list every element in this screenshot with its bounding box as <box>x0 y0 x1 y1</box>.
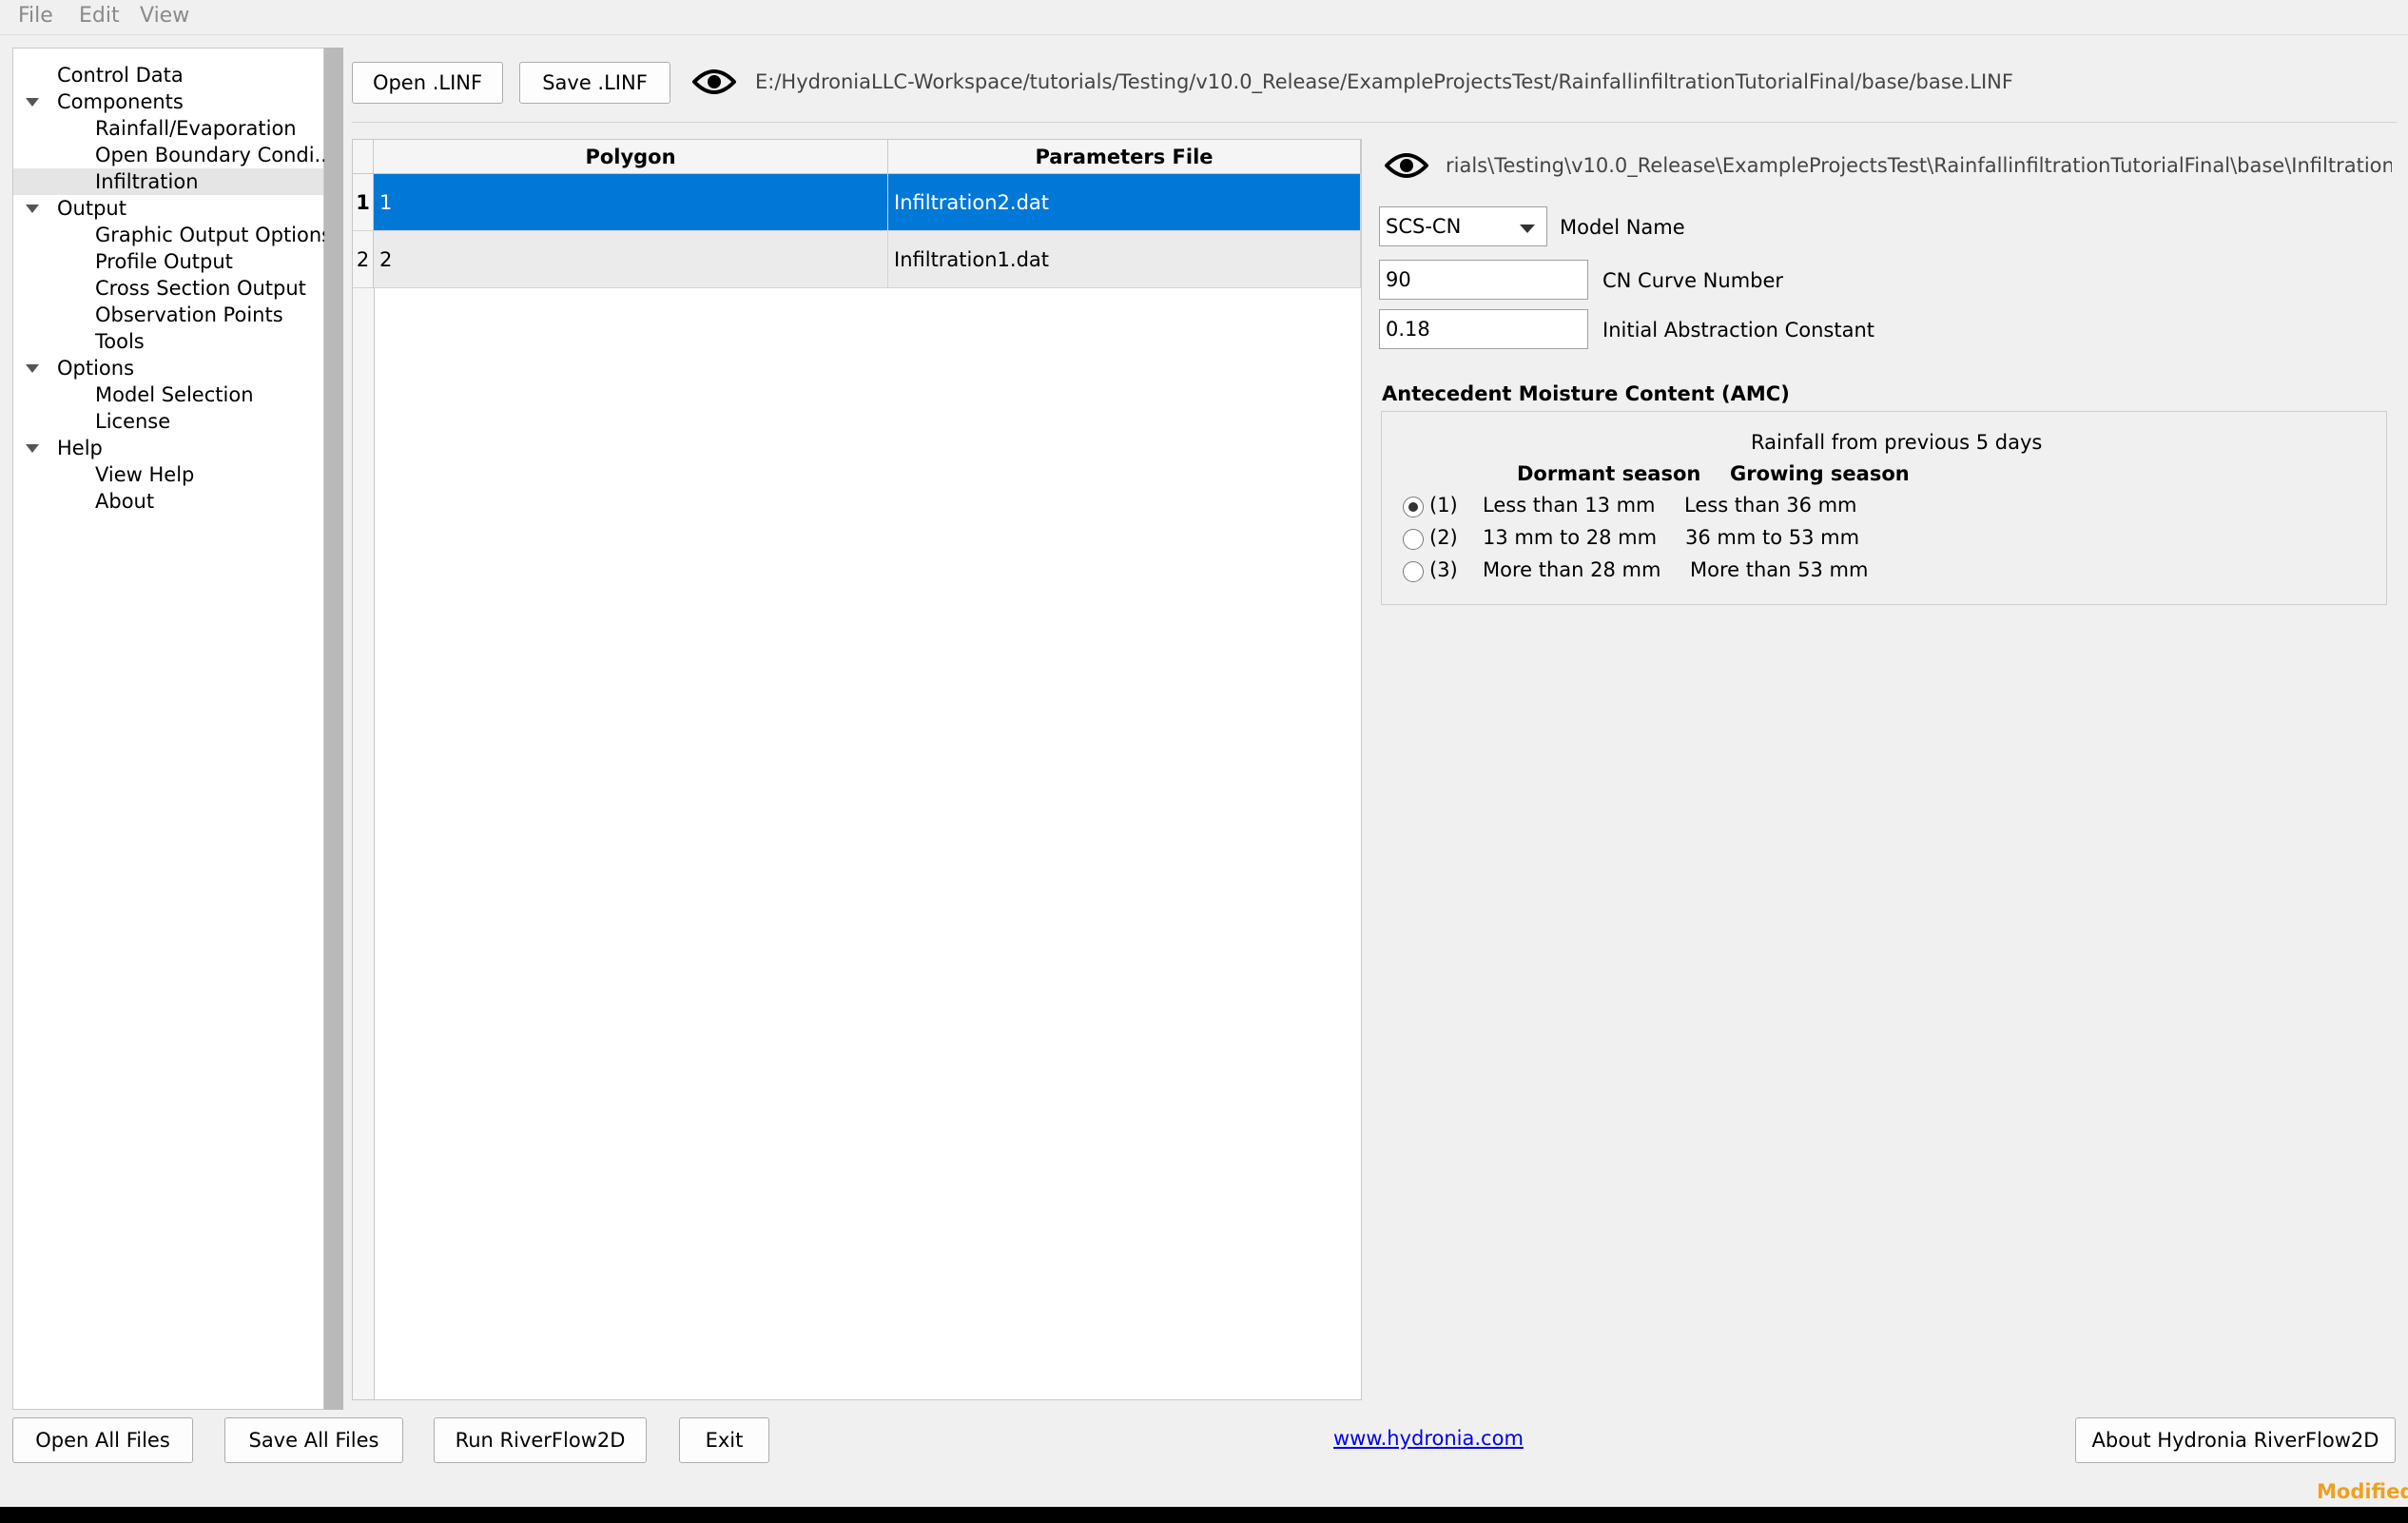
open-all-files-button[interactable]: Open All Files <box>12 1417 193 1463</box>
tree-item-label: Open Boundary Condi... <box>95 144 334 166</box>
tree-item-label: Model Selection <box>95 383 254 406</box>
tree-item-components[interactable]: Components <box>13 88 323 115</box>
exit-button[interactable]: Exit <box>679 1417 769 1463</box>
tree-item-options[interactable]: Options <box>13 355 323 381</box>
eye-icon[interactable] <box>692 67 736 97</box>
tree-item-infiltration[interactable]: Infiltration <box>13 168 323 195</box>
tree-item-label: Infiltration <box>95 170 199 193</box>
tree-item-label: Control Data <box>57 64 184 87</box>
hydronia-website-link[interactable]: www.hydronia.com <box>1333 1427 1524 1450</box>
polygon-cell[interactable]: 1 <box>374 174 888 231</box>
row-header[interactable]: 1 <box>353 174 374 231</box>
table-corner <box>353 140 374 174</box>
amc-option-id: (1) <box>1429 494 1458 517</box>
toolbar-divider <box>352 122 2397 123</box>
expand-arrow-icon[interactable] <box>26 98 39 107</box>
tree-item-label: Observation Points <box>95 303 283 326</box>
menu-bar: File Edit View <box>0 0 2408 35</box>
tree-item-label: Cross Section Output <box>95 277 306 300</box>
dormant-season-header: Dormant season <box>1517 462 1701 485</box>
model-name-label: Model Name <box>1560 216 1685 239</box>
tree-item-model-selection[interactable]: Model Selection <box>13 381 323 408</box>
about-hydronia-button[interactable]: About Hydronia RiverFlow2D <box>2075 1417 2396 1463</box>
amc-growing-value: 36 mm to 53 mm <box>1685 526 1860 549</box>
tree-item-control-data[interactable]: Control Data <box>13 62 323 88</box>
amc-dormant-value: More than 28 mm <box>1483 558 1661 581</box>
bottom-edge <box>0 1507 2408 1523</box>
amc-option-id: (2) <box>1429 526 1458 549</box>
save-linf-button[interactable]: Save .LINF <box>519 62 670 104</box>
run-riverflow2d-button[interactable]: Run RiverFlow2D <box>434 1417 647 1463</box>
tree-item-tools[interactable]: Tools <box>13 328 323 355</box>
initial-abstraction-field[interactable]: 0.18 <box>1379 309 1588 349</box>
eye-icon[interactable] <box>1385 150 1428 181</box>
tree-item-profile-output[interactable]: Profile Output <box>13 248 323 275</box>
tree-item-label: Output <box>57 197 126 220</box>
row-header-strip <box>353 288 375 1399</box>
tree-item-label: Graphic Output Options <box>95 224 333 246</box>
tree-item-label: Help <box>57 437 103 459</box>
tree-item-help[interactable]: Help <box>13 435 323 461</box>
row-header[interactable]: 2 <box>353 231 374 288</box>
column-header-polygon[interactable]: Polygon <box>374 140 888 174</box>
menu-view[interactable]: View <box>140 4 189 28</box>
tree-item-license[interactable]: License <box>13 408 323 435</box>
growing-season-header: Growing season <box>1730 462 1910 485</box>
tree-item-label: Tools <box>95 330 145 353</box>
parameters-file-path: rials\Testing\v10.0_Release\ExampleProje… <box>1446 154 2392 177</box>
amc-title: Antecedent Moisture Content (AMC) <box>1382 382 1790 405</box>
parameters-file-cell[interactable]: Infiltration1.dat <box>888 231 1361 288</box>
amc-dormant-value: Less than 13 mm <box>1483 494 1656 517</box>
menu-file[interactable]: File <box>18 4 53 28</box>
amc-dormant-value: 13 mm to 28 mm <box>1483 526 1658 549</box>
model-name-value: SCS-CN <box>1386 215 1462 238</box>
amc-subtitle: Rainfall from previous 5 days <box>1751 431 2043 454</box>
tree-item-label: Components <box>57 90 184 113</box>
polygon-cell[interactable]: 2 <box>374 231 888 288</box>
amc-growing-value: Less than 36 mm <box>1684 494 1857 517</box>
chevron-down-icon <box>1520 225 1535 233</box>
status-modified: Modified <box>2317 1480 2408 1503</box>
cn-curve-number-field[interactable]: 90 <box>1379 260 1588 300</box>
linf-file-path: E:/HydroniaLLC-Workspace/tutorials/Testi… <box>755 70 2013 93</box>
tree-item-observation-points[interactable]: Observation Points <box>13 302 323 328</box>
parameters-file-cell[interactable]: Infiltration2.dat <box>888 174 1361 231</box>
polygon-table[interactable]: Polygon Parameters File 1 1 Infiltration2.… <box>352 139 1362 1400</box>
tree-item-label: Profile Output <box>95 250 233 273</box>
amc-radio-3[interactable] <box>1403 561 1424 582</box>
tree-item-cross-section-output[interactable]: Cross Section Output <box>13 275 323 302</box>
amc-radio-1[interactable] <box>1403 497 1424 517</box>
tree-item-label: View Help <box>95 463 195 486</box>
navigation-tree: Control Data Components Rainfall/Evaporati… <box>12 48 334 1410</box>
tree-item-label: License <box>95 410 171 433</box>
tree-item-graphic-output-options[interactable]: Graphic Output Options <box>13 222 332 248</box>
amc-option-id: (3) <box>1429 558 1458 581</box>
tree-item-label: Options <box>57 357 135 380</box>
tree-item-view-help[interactable]: View Help <box>13 461 323 488</box>
tree-item-about[interactable]: About <box>13 488 323 515</box>
tree-item-label: About <box>95 490 155 513</box>
sidebar-splitter[interactable] <box>324 48 343 1410</box>
open-linf-button[interactable]: Open .LINF <box>352 62 503 104</box>
amc-growing-value: More than 53 mm <box>1690 558 1869 581</box>
tree-item-label: Rainfall/Evaporation <box>95 117 297 140</box>
expand-arrow-icon[interactable] <box>26 205 39 213</box>
tree-item-rainfall-evaporation[interactable]: Rainfall/Evaporation <box>13 115 323 142</box>
cn-curve-number-label: CN Curve Number <box>1602 269 1784 292</box>
model-name-dropdown[interactable]: SCS-CN <box>1379 206 1547 246</box>
expand-arrow-icon[interactable] <box>26 444 39 453</box>
tree-item-open-boundary-condi[interactable]: Open Boundary Condi... <box>13 142 334 168</box>
tree-item-output[interactable]: Output <box>13 195 323 222</box>
save-all-files-button[interactable]: Save All Files <box>224 1417 403 1463</box>
menu-edit[interactable]: Edit <box>79 4 120 28</box>
amc-radio-2[interactable] <box>1403 529 1424 550</box>
expand-arrow-icon[interactable] <box>26 364 39 373</box>
column-header-parameters-file[interactable]: Parameters File <box>888 140 1361 174</box>
amc-group: Rainfall from previous 5 days Dormant se… <box>1381 411 2387 605</box>
initial-abstraction-label: Initial Abstraction Constant <box>1602 319 1875 342</box>
